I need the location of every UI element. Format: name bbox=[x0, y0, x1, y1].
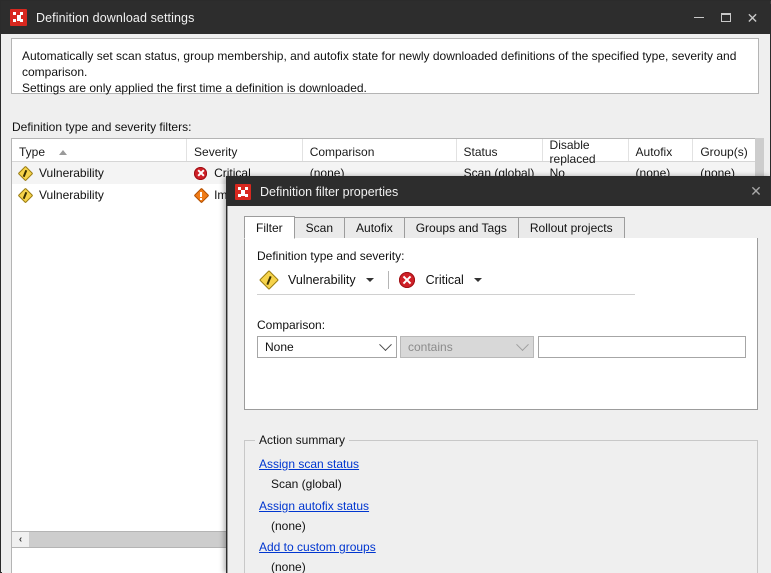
tab-groups-and-tags[interactable]: Groups and Tags bbox=[403, 217, 519, 238]
comparison-operator-select: contains bbox=[400, 336, 534, 358]
severity-value: Critical bbox=[425, 273, 464, 287]
dialog-close-button[interactable]: ✕ bbox=[743, 177, 769, 206]
definition-type-dropdown[interactable]: Vulnerability bbox=[257, 270, 382, 290]
vulnerability-diamond-icon bbox=[17, 187, 34, 203]
dropdown-separator bbox=[387, 271, 389, 289]
critical-red-icon bbox=[194, 166, 208, 180]
minimize-button[interactable] bbox=[685, 1, 712, 34]
column-header-disable-replaced[interactable]: Disable replaced bbox=[543, 139, 629, 166]
tab-strip: Filter Scan Autofix Groups and Tags Roll… bbox=[244, 216, 758, 239]
chevron-down-icon bbox=[365, 278, 374, 282]
column-header-autofix[interactable]: Autofix bbox=[629, 139, 694, 161]
cell-type: Vulnerability bbox=[12, 184, 187, 206]
add-to-custom-groups-link[interactable]: Add to custom groups bbox=[259, 540, 376, 554]
column-header-severity[interactable]: Severity bbox=[187, 139, 303, 161]
type-severity-label: Definition type and severity: bbox=[257, 249, 405, 263]
filter-tab-panel: Definition type and severity: Vulnerabil… bbox=[244, 238, 758, 410]
assign-autofix-status-link[interactable]: Assign autofix status bbox=[259, 499, 369, 513]
minimize-icon bbox=[693, 17, 704, 18]
comparison-operator-value: contains bbox=[408, 340, 453, 354]
description-panel: Automatically set scan status, group mem… bbox=[11, 38, 759, 95]
critical-red-icon bbox=[398, 272, 415, 288]
window2-titlebar[interactable]: Definition filter properties ✕ bbox=[227, 177, 771, 206]
definition-type-value: Vulnerability bbox=[288, 273, 356, 287]
action-summary-group: Action summary Assign scan status Scan (… bbox=[244, 433, 758, 573]
description-line-2: Settings are only applied the first time… bbox=[22, 81, 367, 95]
table-header-row: Type Severity Comparison Status Disable … bbox=[12, 139, 758, 166]
sort-ascending-icon bbox=[59, 149, 68, 155]
window2-body: Filter Scan Autofix Groups and Tags Roll… bbox=[227, 206, 771, 573]
add-to-custom-groups-value: (none) bbox=[271, 560, 306, 573]
chevron-down-icon bbox=[516, 337, 529, 351]
assign-scan-status-link[interactable]: Assign scan status bbox=[259, 457, 359, 471]
definition-filter-properties-dialog: Definition filter properties ✕ Filter Sc… bbox=[226, 176, 771, 573]
important-orange-icon bbox=[193, 187, 209, 204]
cell-type-label: Vulnerability bbox=[39, 166, 104, 180]
vulnerability-diamond-icon bbox=[259, 270, 279, 290]
action-summary-title: Action summary bbox=[255, 433, 350, 447]
assign-scan-status-value: Scan (global) bbox=[271, 477, 342, 491]
chevron-down-icon bbox=[473, 278, 482, 282]
tab-scan[interactable]: Scan bbox=[293, 217, 346, 238]
comparison-label: Comparison: bbox=[257, 318, 326, 332]
column-header-type-label: Type bbox=[19, 145, 46, 159]
shield-red-icon bbox=[10, 9, 27, 26]
scroll-left-arrow-icon[interactable]: ‹ bbox=[12, 532, 29, 547]
maximize-icon bbox=[720, 13, 731, 22]
window2-title: Definition filter properties bbox=[260, 184, 399, 199]
comparison-field-select[interactable]: None bbox=[257, 336, 397, 358]
column-header-status[interactable]: Status bbox=[457, 139, 543, 161]
chevron-down-icon bbox=[379, 337, 392, 351]
tab-autofix[interactable]: Autofix bbox=[344, 217, 405, 238]
dialog-right-gutter bbox=[761, 235, 771, 573]
window1-controls: ✕ bbox=[685, 1, 770, 34]
window1-title: Definition download settings bbox=[36, 10, 195, 25]
window1-titlebar[interactable]: Definition download settings ✕ bbox=[1, 1, 770, 34]
cell-type-label: Vulnerability bbox=[39, 188, 104, 202]
severity-dropdown[interactable]: Critical bbox=[395, 270, 490, 290]
maximize-button[interactable] bbox=[712, 1, 739, 34]
cell-type: Vulnerability bbox=[12, 162, 187, 184]
filters-label: Definition type and severity filters: bbox=[12, 120, 192, 134]
description-line-1: Automatically set scan status, group mem… bbox=[22, 49, 737, 79]
type-severity-dropdown-row: Vulnerability Critical bbox=[257, 270, 635, 295]
close-icon: ✕ bbox=[746, 9, 759, 26]
column-header-type[interactable]: Type bbox=[12, 139, 188, 161]
comparison-field-value: None bbox=[265, 340, 294, 354]
tab-rollout-projects[interactable]: Rollout projects bbox=[517, 217, 625, 238]
tab-filter[interactable]: Filter bbox=[244, 216, 295, 239]
screen: Definition download settings ✕ Automatic… bbox=[0, 0, 771, 573]
close-button[interactable]: ✕ bbox=[739, 1, 766, 34]
assign-autofix-status-value: (none) bbox=[271, 519, 306, 533]
column-header-groups[interactable]: Group(s) bbox=[693, 139, 758, 161]
comparison-value-input[interactable] bbox=[538, 336, 746, 358]
shield-red-icon bbox=[235, 183, 251, 200]
column-header-comparison[interactable]: Comparison bbox=[303, 139, 457, 161]
vulnerability-diamond-icon bbox=[17, 165, 34, 181]
